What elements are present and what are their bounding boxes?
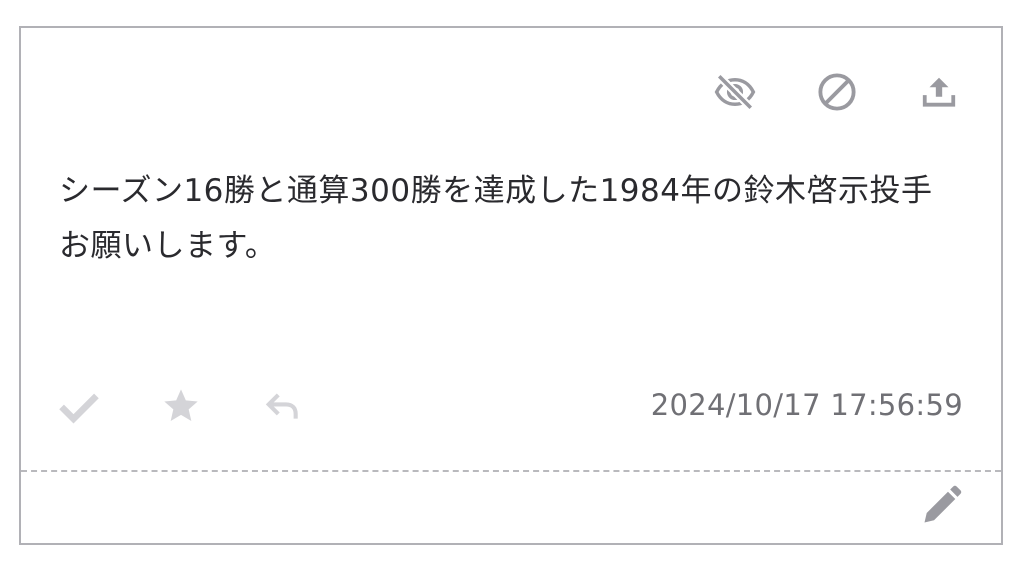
message-card: シーズン16勝と通算300勝を達成した1984年の鈴木啓示投手お願いします。 2…: [19, 26, 1003, 545]
block-icon: [818, 73, 856, 111]
reply-icon: [265, 393, 298, 419]
card-divider: [21, 470, 1001, 472]
block-button[interactable]: [815, 70, 859, 114]
check-button[interactable]: [57, 384, 101, 428]
eye-slash-icon: [714, 73, 756, 111]
top-action-bar: [713, 70, 961, 114]
message-text: シーズン16勝と通算300勝を達成した1984年の鈴木啓示投手お願いします。: [59, 173, 933, 264]
upload-icon: [922, 77, 956, 107]
check-icon: [59, 393, 99, 424]
share-button[interactable]: [917, 70, 961, 114]
hide-button[interactable]: [713, 70, 757, 114]
reaction-bar: [57, 384, 363, 428]
message-timestamp: 2024/10/17 17:56:59: [650, 388, 963, 422]
star-icon: [164, 389, 198, 421]
edit-button[interactable]: [919, 484, 963, 528]
pencil-icon: [924, 485, 962, 523]
reply-button[interactable]: [261, 384, 305, 428]
star-button[interactable]: [159, 384, 203, 428]
